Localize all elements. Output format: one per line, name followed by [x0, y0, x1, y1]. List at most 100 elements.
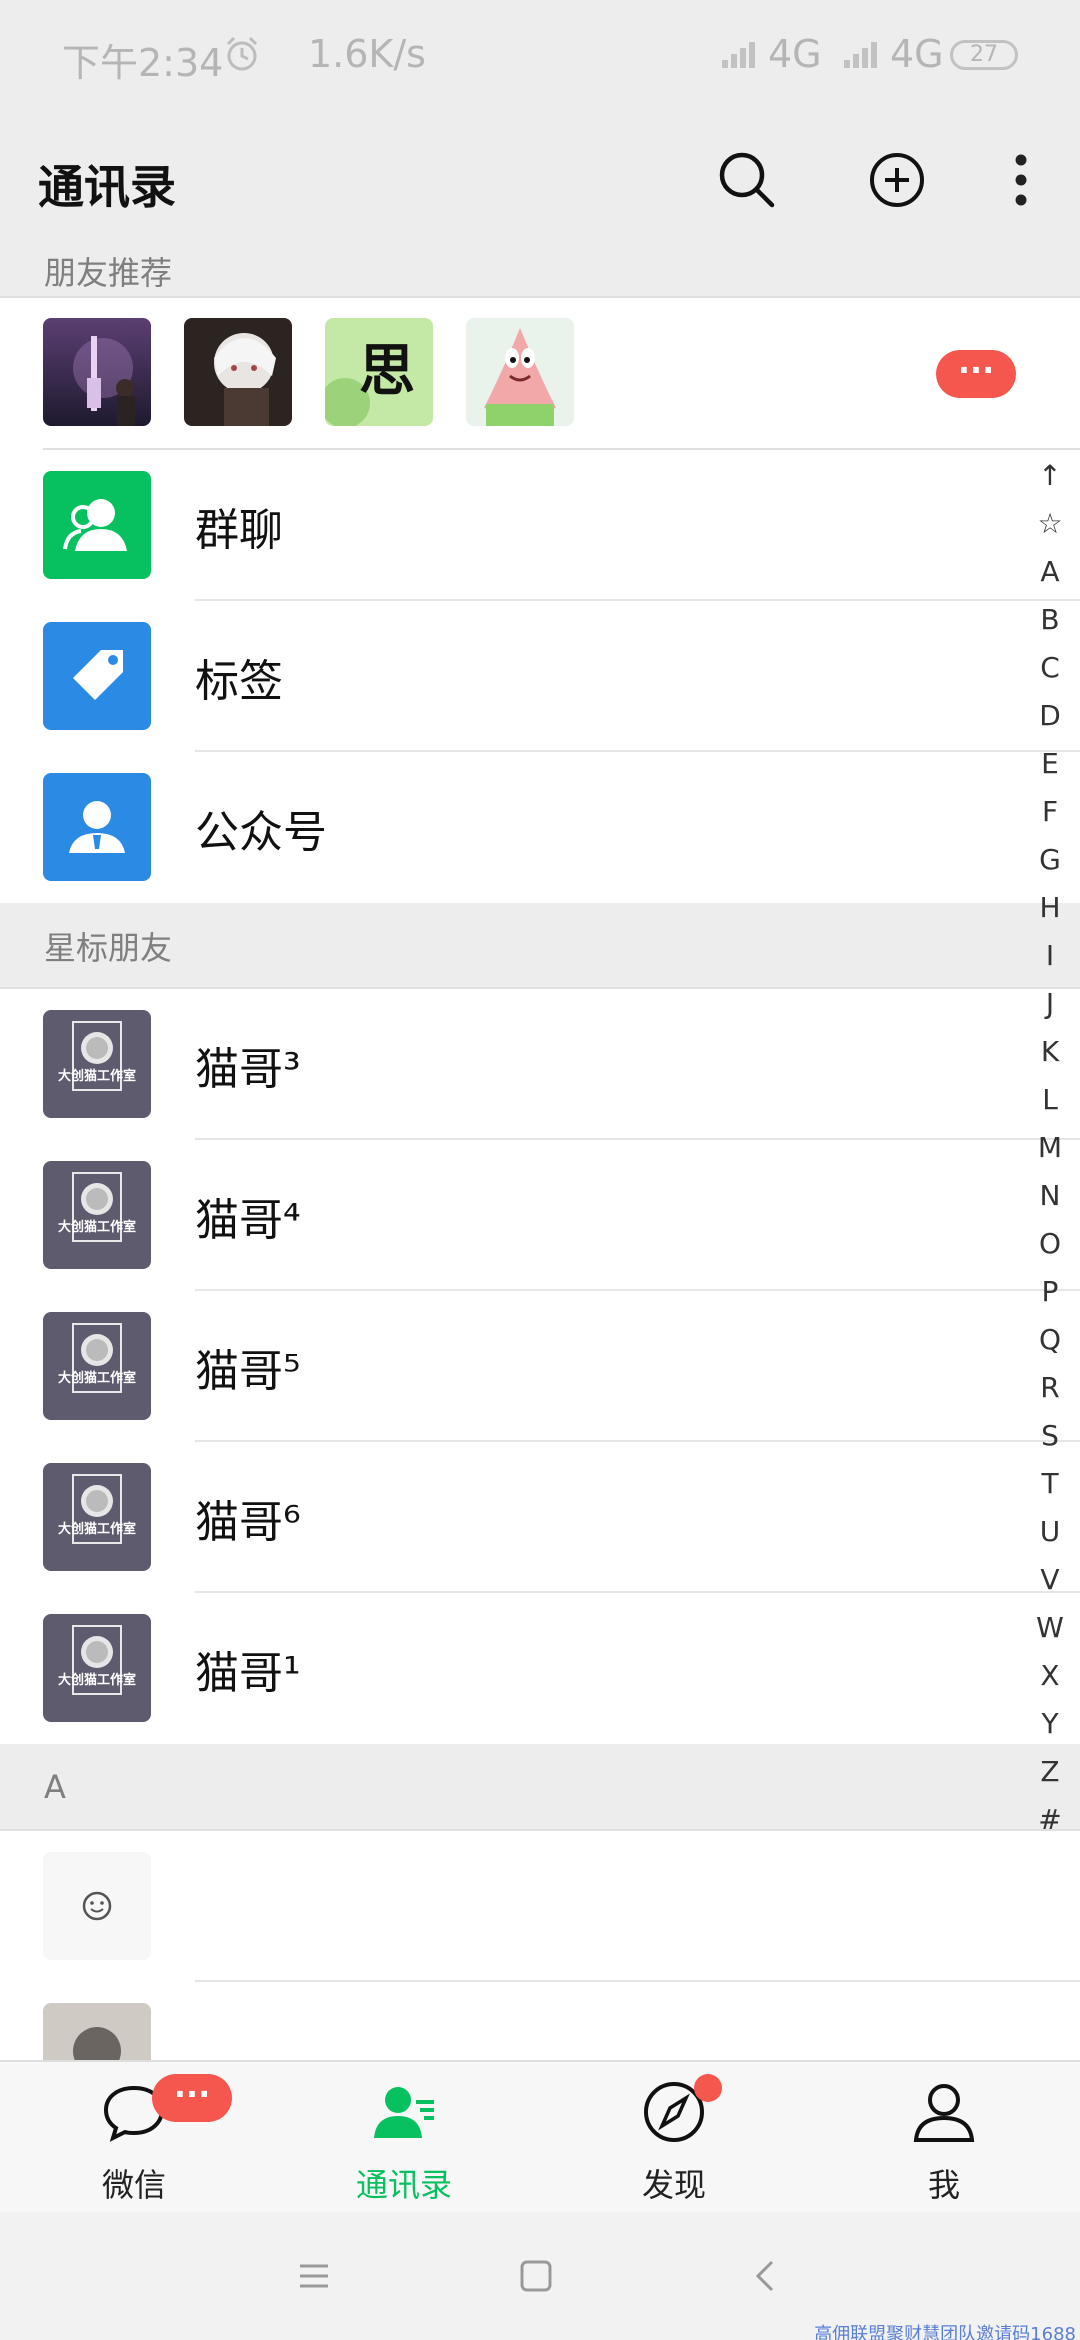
- index-letter[interactable]: Y: [1032, 1700, 1068, 1748]
- avatar-studio-text: 大创猫工作室: [58, 1219, 136, 1235]
- signal-icon: [722, 42, 755, 68]
- menu-icon[interactable]: [290, 2252, 338, 2300]
- index-letter[interactable]: ↑: [1032, 452, 1068, 500]
- official-account-item[interactable]: 公众号: [0, 752, 1080, 903]
- friend-recommend-title: 朋友推荐: [44, 254, 173, 292]
- index-letter[interactable]: E: [1032, 740, 1068, 788]
- index-letter[interactable]: A: [1032, 548, 1068, 596]
- section-a-title: A: [44, 1768, 66, 1806]
- contact-avatar: 大创猫工作室: [43, 1463, 151, 1571]
- index-letter[interactable]: B: [1032, 596, 1068, 644]
- tab-discover[interactable]: 发现: [574, 2062, 774, 2214]
- index-letter[interactable]: Z: [1032, 1748, 1068, 1796]
- person-icon: [913, 2084, 975, 2142]
- contact-avatar: 大创猫工作室: [43, 1312, 151, 1420]
- contacts-header: 通讯录: [0, 115, 1080, 245]
- search-icon[interactable]: [712, 145, 782, 215]
- tags-item[interactable]: 标签: [0, 601, 1080, 752]
- group-chat-item[interactable]: 群聊: [0, 450, 1080, 601]
- page-title: 通讯录: [38, 160, 176, 214]
- index-letter[interactable]: X: [1032, 1652, 1068, 1700]
- index-letter[interactable]: F: [1032, 788, 1068, 836]
- avatar-studio-text: 大创猫工作室: [58, 1068, 136, 1084]
- contact-row[interactable]: [0, 1831, 1080, 1982]
- section-header-a: A: [0, 1744, 1080, 1830]
- index-letter[interactable]: G: [1032, 836, 1068, 884]
- index-letter[interactable]: N: [1032, 1172, 1068, 1220]
- tag-icon: [43, 622, 151, 730]
- contact-avatar: 大创猫工作室: [43, 1161, 151, 1269]
- network-type-2: 4G: [890, 32, 944, 76]
- contact-avatar: 大创猫工作室: [43, 1614, 151, 1722]
- avatar-studio-text: 大创猫工作室: [58, 1672, 136, 1688]
- plus-circle-icon[interactable]: [862, 145, 932, 215]
- more-vertical-icon[interactable]: [986, 145, 1056, 215]
- contact-name: 猫哥⁶: [195, 1496, 301, 1548]
- index-letter[interactable]: O: [1032, 1220, 1068, 1268]
- index-letter[interactable]: V: [1032, 1556, 1068, 1604]
- index-letter[interactable]: L: [1032, 1076, 1068, 1124]
- index-letter[interactable]: D: [1032, 692, 1068, 740]
- index-letter[interactable]: W: [1032, 1604, 1068, 1652]
- index-letter[interactable]: H: [1032, 884, 1068, 932]
- index-letter[interactable]: ☆: [1032, 500, 1068, 548]
- tags-label: 标签: [195, 655, 283, 707]
- watermark-text: 高佣联盟聚财慧团队邀请码1688: [814, 2324, 1076, 2340]
- avatar-person: [43, 2003, 151, 2060]
- contact-name: 猫哥³: [195, 1043, 301, 1095]
- index-letter[interactable]: J: [1032, 980, 1068, 1028]
- index-letter[interactable]: K: [1032, 1028, 1068, 1076]
- smiley-icon: [43, 1852, 151, 1960]
- contact-name: 猫哥¹: [195, 1647, 301, 1699]
- tab-label: 微信: [101, 2166, 166, 2204]
- starred-section-header: 星标朋友: [0, 903, 1080, 989]
- contact-row[interactable]: 大创猫工作室 猫哥⁴: [0, 1140, 1080, 1291]
- official-account-label: 公众号: [195, 806, 327, 858]
- recommend-more-badge[interactable]: ···: [936, 350, 1016, 398]
- home-icon[interactable]: [512, 2252, 560, 2300]
- alphabet-index-bar[interactable]: ↑ ☆ A B C D E F G H I J K L M N O P Q R …: [1032, 452, 1068, 1844]
- index-letter[interactable]: P: [1032, 1268, 1068, 1316]
- friend-recommend-header: 朋友推荐: [0, 245, 1080, 297]
- alarm-icon: [226, 36, 258, 71]
- tab-label: 我: [927, 2166, 960, 2204]
- index-letter[interactable]: C: [1032, 644, 1068, 692]
- contacts-icon: [374, 2087, 434, 2138]
- avatar-anime[interactable]: [184, 318, 292, 426]
- contact-avatar: 大创猫工作室: [43, 1010, 151, 1118]
- contact-name: 猫哥⁵: [195, 1345, 301, 1397]
- tab-contacts[interactable]: 通讯录: [304, 2062, 504, 2214]
- network-speed: 1.6K/s: [308, 32, 426, 76]
- index-letter[interactable]: M: [1032, 1124, 1068, 1172]
- discover-dot-badge: [694, 2074, 722, 2102]
- avatar-studio-text: 大创猫工作室: [58, 1521, 136, 1537]
- calligraphy-char: 思: [359, 338, 415, 404]
- index-letter[interactable]: U: [1032, 1508, 1068, 1556]
- contact-row[interactable]: 大创猫工作室 猫哥¹: [0, 1593, 1080, 1744]
- network-type-1: 4G: [768, 32, 822, 76]
- group-chat-icon: [43, 471, 151, 579]
- contact-name: 猫哥⁴: [195, 1194, 301, 1246]
- tab-me[interactable]: 我: [844, 2062, 1044, 2214]
- contact-row[interactable]: 大创猫工作室 猫哥⁵: [0, 1291, 1080, 1442]
- index-letter[interactable]: I: [1032, 932, 1068, 980]
- index-letter[interactable]: T: [1032, 1460, 1068, 1508]
- contact-row[interactable]: @@@: [0, 1982, 1080, 2060]
- index-letter[interactable]: #: [1032, 1796, 1068, 1844]
- index-letter[interactable]: R: [1032, 1364, 1068, 1412]
- avatar-patrick[interactable]: [466, 318, 574, 426]
- avatar-calligraphy[interactable]: 思: [325, 318, 433, 426]
- contact-row[interactable]: 大创猫工作室 猫哥⁶: [0, 1442, 1080, 1593]
- friend-recommend-row[interactable]: 思: [0, 298, 1080, 448]
- status-time: 下午2:34: [62, 41, 224, 85]
- status-bar: 下午2:34 1.6K/s 4G 4G 27: [0, 0, 1080, 115]
- group-chat-label: 群聊: [195, 504, 283, 556]
- chats-unread-badge: ···: [152, 2074, 232, 2122]
- index-letter[interactable]: Q: [1032, 1316, 1068, 1364]
- official-account-icon: [43, 773, 151, 881]
- contact-row[interactable]: 大创猫工作室 猫哥³: [0, 989, 1080, 1140]
- avatar-tower[interactable]: [43, 318, 151, 426]
- index-letter[interactable]: S: [1032, 1412, 1068, 1460]
- back-icon[interactable]: [742, 2252, 790, 2300]
- tab-label: 发现: [641, 2166, 706, 2204]
